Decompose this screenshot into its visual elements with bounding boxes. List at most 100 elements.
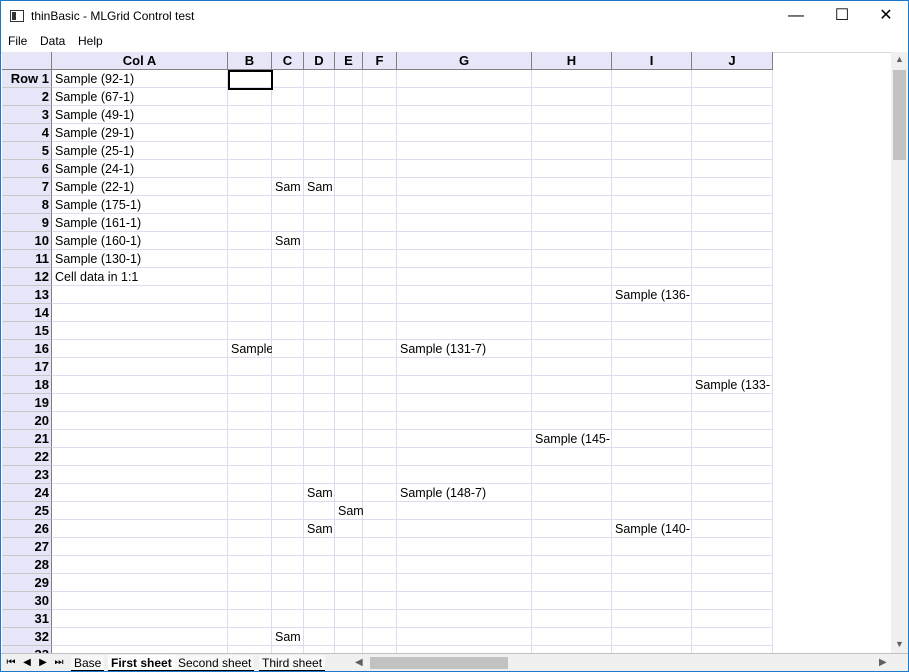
menu-help[interactable]: Help xyxy=(78,34,103,48)
grid-cell[interactable]: Sample (140- xyxy=(613,520,692,538)
row-header[interactable]: 31 xyxy=(2,610,52,628)
grid-cell[interactable]: Sample (161-1) xyxy=(53,214,228,232)
first-sheet-nav-icon[interactable]: ⏮ xyxy=(4,656,18,670)
column-header-d[interactable]: D xyxy=(304,52,335,70)
column-header-i[interactable]: I xyxy=(612,52,692,70)
row-header[interactable]: 24 xyxy=(2,484,52,502)
row-header[interactable]: 13 xyxy=(2,286,52,304)
scroll-down-arrow-icon[interactable]: ▼ xyxy=(891,639,908,653)
grid-cell[interactable]: Sample (145- xyxy=(533,430,612,448)
grid-hline xyxy=(52,411,773,412)
row-header[interactable]: 14 xyxy=(2,304,52,322)
menu-data[interactable]: Data xyxy=(40,34,65,48)
window-title: thinBasic - MLGrid Control test xyxy=(31,9,195,23)
row-header[interactable]: 12 xyxy=(2,268,52,286)
horizontal-scroll-thumb[interactable] xyxy=(370,657,508,669)
row-header[interactable]: 23 xyxy=(2,466,52,484)
grid-cell[interactable]: Sam xyxy=(273,628,304,646)
horizontal-scrollbar[interactable]: ◀ ▶ xyxy=(353,655,891,671)
row-header[interactable]: Row 1 xyxy=(2,70,52,88)
column-header-j[interactable]: J xyxy=(692,52,773,70)
grid-cell[interactable]: Sample (25-1) xyxy=(53,142,228,160)
scroll-up-arrow-icon[interactable]: ▲ xyxy=(891,54,908,68)
grid-cell[interactable]: Sample (29-1) xyxy=(53,124,228,142)
row-header[interactable]: 3 xyxy=(2,106,52,124)
grid-cell[interactable]: Sample (24-1) xyxy=(53,160,228,178)
menu-file[interactable]: File xyxy=(8,34,27,48)
row-header[interactable]: 17 xyxy=(2,358,52,376)
grid-hline xyxy=(52,573,773,574)
row-header[interactable]: 21 xyxy=(2,430,52,448)
prev-sheet-nav-icon[interactable]: ◀ xyxy=(20,656,34,670)
row-header[interactable]: 22 xyxy=(2,448,52,466)
grid-cell[interactable]: Sam xyxy=(273,178,304,196)
grid-cell[interactable]: Sam xyxy=(305,178,335,196)
row-header[interactable]: 29 xyxy=(2,574,52,592)
row-header[interactable]: 18 xyxy=(2,376,52,394)
scroll-left-arrow-icon[interactable]: ◀ xyxy=(355,655,363,671)
row-header[interactable]: 7 xyxy=(2,178,52,196)
selected-cell-b1[interactable] xyxy=(228,70,273,90)
grid-corner[interactable] xyxy=(2,52,52,70)
row-header[interactable]: 20 xyxy=(2,412,52,430)
column-header-b[interactable]: B xyxy=(228,52,272,70)
row-header[interactable]: 6 xyxy=(2,160,52,178)
last-sheet-nav-icon[interactable]: ⏭ xyxy=(52,656,66,670)
row-header[interactable]: 30 xyxy=(2,592,52,610)
grid-cell[interactable]: Sample (22-1) xyxy=(53,178,228,196)
minimize-button[interactable]: — xyxy=(773,1,819,31)
row-header[interactable]: 16 xyxy=(2,340,52,358)
grid-cell[interactable]: Sample (49-1) xyxy=(53,106,228,124)
grid-cell[interactable]: Sam xyxy=(336,502,363,520)
sheet-tab-base[interactable]: Base xyxy=(71,655,105,671)
grid-cell[interactable]: Sample (175-1) xyxy=(53,196,228,214)
scroll-right-arrow-icon[interactable]: ▶ xyxy=(879,655,887,671)
grid-cell[interactable]: Sample (130-1) xyxy=(53,250,228,268)
row-header[interactable]: 11 xyxy=(2,250,52,268)
vertical-scrollbar[interactable]: ▲ ▼ xyxy=(891,52,908,653)
vertical-scroll-thumb[interactable] xyxy=(893,70,906,160)
grid-cell[interactable]: Sample (148-7) xyxy=(398,484,532,502)
grid-hline xyxy=(52,465,773,466)
grid-cell[interactable]: Sample (92-1) xyxy=(53,70,228,88)
grid-vline xyxy=(611,70,612,653)
close-button[interactable]: ✕ xyxy=(863,1,908,31)
column-header-g[interactable]: G xyxy=(397,52,532,70)
sheet-tab-second-sheet[interactable]: Second sheet xyxy=(175,655,255,671)
grid-cell[interactable]: Sample xyxy=(229,340,272,358)
grid-hline xyxy=(52,321,773,322)
grid-cell[interactable]: Sample (131-7) xyxy=(398,340,532,358)
row-header[interactable]: 33 xyxy=(2,646,52,653)
sheet-tab-first-sheet[interactable]: First sheet xyxy=(108,655,175,671)
grid-cell[interactable]: Sample (67-1) xyxy=(53,88,228,106)
grid-cell[interactable]: Sample (160-1) xyxy=(53,232,228,250)
grid-cell[interactable]: Sample (136- xyxy=(613,286,692,304)
row-header[interactable]: 27 xyxy=(2,538,52,556)
row-header[interactable]: 4 xyxy=(2,124,52,142)
row-header[interactable]: 2 xyxy=(2,88,52,106)
column-header-h[interactable]: H xyxy=(532,52,612,70)
row-header[interactable]: 5 xyxy=(2,142,52,160)
column-header-c[interactable]: C xyxy=(272,52,304,70)
ml-grid[interactable]: Col A B C D E F G H I J Row 1 2 3 4 5 6 7 8 9 10 11 12 13 14 15 1… xyxy=(2,52,773,653)
row-header[interactable]: 26 xyxy=(2,520,52,538)
row-header[interactable]: 25 xyxy=(2,502,52,520)
row-header[interactable]: 32 xyxy=(2,628,52,646)
grid-cell[interactable]: Sample (133- xyxy=(693,376,773,394)
row-header[interactable]: 28 xyxy=(2,556,52,574)
row-header[interactable]: 10 xyxy=(2,232,52,250)
column-header-a[interactable]: Col A xyxy=(52,52,228,70)
row-header[interactable]: 19 xyxy=(2,394,52,412)
grid-cell[interactable]: Sam xyxy=(273,232,304,250)
grid-cell[interactable]: Sam xyxy=(305,484,335,502)
row-header[interactable]: 8 xyxy=(2,196,52,214)
maximize-button[interactable]: ☐ xyxy=(819,1,865,31)
column-header-e[interactable]: E xyxy=(335,52,363,70)
grid-cell[interactable]: Cell data in 1:1 xyxy=(53,268,228,286)
row-header[interactable]: 15 xyxy=(2,322,52,340)
column-header-f[interactable]: F xyxy=(363,52,397,70)
next-sheet-nav-icon[interactable]: ▶ xyxy=(36,656,50,670)
row-header[interactable]: 9 xyxy=(2,214,52,232)
sheet-tab-third-sheet[interactable]: Third sheet xyxy=(259,655,326,671)
grid-cell[interactable]: Sam xyxy=(305,520,335,538)
